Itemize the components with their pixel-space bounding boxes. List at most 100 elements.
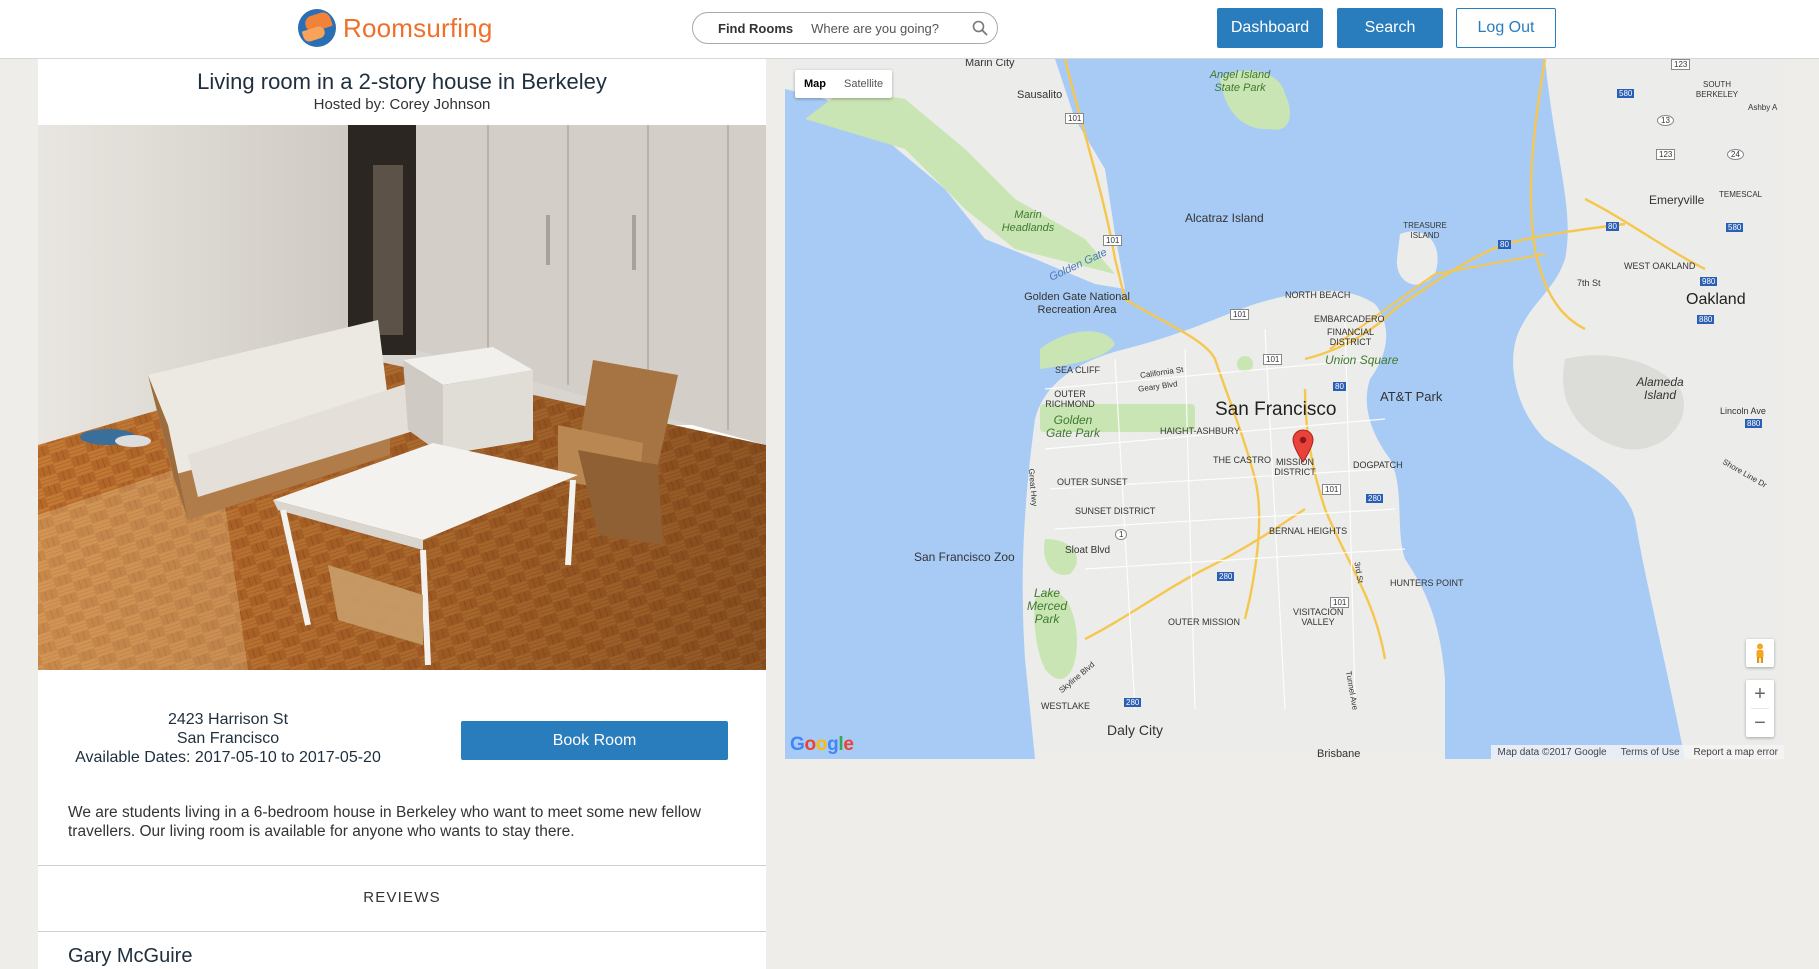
map-type-satellite-button[interactable]: Satellite [835,70,892,98]
map-label: THE CASTRO [1213,455,1272,465]
map-type-map-button[interactable]: Map [795,70,835,98]
search-bar: Find Rooms [692,12,998,44]
find-rooms-label: Find Rooms [718,20,794,36]
map-label: Golden Gate National Recreation Area [1024,291,1130,316]
map-label: Lake Merced Park [1026,586,1067,626]
divider [38,865,766,866]
location-marker-icon[interactable] [1292,429,1314,463]
reviews-heading: REVIEWS [363,889,441,906]
highway-shield: 280 [1124,698,1142,707]
highway-shield: 280 [1217,572,1235,581]
map-label: SUNSET DISTRICT [1075,506,1156,516]
available-dates: Available Dates: 2017-05-10 to 2017-05-2… [75,749,381,766]
map-label: NORTH BEACH [1285,290,1351,300]
map-label: Marin City [965,59,1015,69]
divider [38,931,766,932]
page-title: Living room in a 2-story house in Berkel… [197,69,607,94]
google-logo[interactable]: Google [790,734,854,756]
pegman-icon [1756,643,1764,663]
map-label: OUTER RICHMOND [1045,389,1095,409]
map-label: 7th St [1577,278,1601,288]
map-label: Angel Island State Park [1209,69,1271,94]
map-label: HUNTERS POINT [1390,578,1464,588]
map-attribution: Map data ©2017 Google Terms of Use Repor… [1491,745,1784,759]
map-label: TREASURE ISLAND [1403,221,1447,240]
map-label: HAIGHT-ASHBURY [1160,426,1240,436]
map-label: WESTLAKE [1041,701,1091,711]
map-label: Marin Headlands [1001,209,1055,234]
location-map[interactable]: Marin City Sausalito Angel Island State … [785,59,1784,759]
zoom-control: + − [1746,680,1774,737]
map-label: San Francisco Zoo [914,550,1015,564]
map-label: San Francisco [1215,399,1337,420]
highway-shield: 101 [1322,484,1342,495]
city: San Francisco [176,730,280,747]
map-type-control: Map Satellite [795,70,893,98]
map-label: Oakland [1686,291,1746,308]
map-label: DOGPATCH [1353,460,1403,470]
map-label: Emeryville [1649,193,1705,207]
map-label: SOUTH BERKELEY [1695,80,1739,99]
map-label: Sausalito [1017,89,1063,101]
map-label: BERNAL HEIGHTS [1269,526,1348,536]
top-nav: Roomsurfing Find Rooms Dashboard Search … [0,0,1819,59]
map-label: Ashby A [1748,103,1778,112]
street-view-pegman[interactable] [1746,639,1774,667]
report-map-error-link[interactable]: Report a map error [1694,747,1778,758]
terms-of-use-link[interactable]: Terms of Use [1621,747,1680,758]
map-label: WEST OAKLAND [1624,261,1696,271]
highway-shield: 24 [1727,149,1744,160]
zoom-out-button[interactable]: − [1746,709,1774,737]
map-label: Alcatraz Island [1185,211,1264,225]
highway-shield: 123 [1671,59,1691,70]
highway-shield: 80 [1333,382,1346,391]
logo-text: Roomsurfing [343,12,493,43]
highway-shield: 101 [1103,235,1123,246]
map-label: OUTER MISSION [1168,617,1241,627]
highway-shield: 101 [1230,309,1250,320]
destination-input[interactable] [811,20,960,36]
highway-shield: 280 [1366,494,1384,503]
map-label: FINANCIAL DISTRICT [1326,327,1374,347]
logo-icon [298,9,336,47]
map-label: Daly City [1107,722,1164,738]
listing-panel: Living room in a 2-story house in Berkel… [38,59,766,969]
map-label: VISITACION VALLEY [1293,607,1344,627]
host-name: Hosted by: Corey Johnson [313,96,491,113]
map-data-credit: Map data ©2017 Google [1497,746,1607,758]
book-room-button[interactable]: Book Room [461,721,728,760]
logo[interactable]: Roomsurfing [298,9,493,47]
map-label: TEMESCAL [1719,190,1763,199]
search-button[interactable]: Search [1337,8,1443,48]
highway-shield: 101 [1065,113,1085,124]
review-author: Gary McGuire [68,945,193,967]
dashboard-button[interactable]: Dashboard [1217,8,1323,48]
map-label: EMBARCADERO [1314,314,1385,324]
street-address: 2423 Harrison St [167,711,289,728]
highway-shield: 13 [1657,115,1674,126]
listing-address: 2423 Harrison St San Francisco Available… [58,710,398,767]
highway-shield: 880 [1697,315,1715,324]
zoom-in-button[interactable]: + [1746,680,1774,708]
map-label: Alameda Island [1636,375,1684,402]
highway-shield: 580 [1726,223,1744,232]
highway-shield: 80 [1498,240,1511,249]
map-label: Golden Gate Park [1045,413,1101,440]
search-icon[interactable] [972,20,988,36]
highway-shield: 101 [1330,597,1350,608]
map-label: Lincoln Ave [1720,406,1766,416]
logout-button[interactable]: Log Out [1456,8,1556,48]
listing-description: We are students living in a 6-bedroom ho… [68,804,701,840]
map-label: Sloat Blvd [1065,545,1111,556]
highway-shield: 101 [1263,354,1283,365]
highway-shield: 123 [1656,149,1676,160]
highway-shield: 880 [1745,419,1763,428]
highway-shield: 580 [1617,89,1635,98]
map-label: Brisbane [1317,748,1361,759]
map-label: OUTER SUNSET [1057,477,1128,487]
map-label: AT&T Park [1380,389,1443,404]
map-label: Union Square [1325,353,1399,367]
map-label: SEA CLIFF [1055,365,1101,375]
room-photo [38,125,766,670]
highway-shield: 80 [1606,222,1619,231]
